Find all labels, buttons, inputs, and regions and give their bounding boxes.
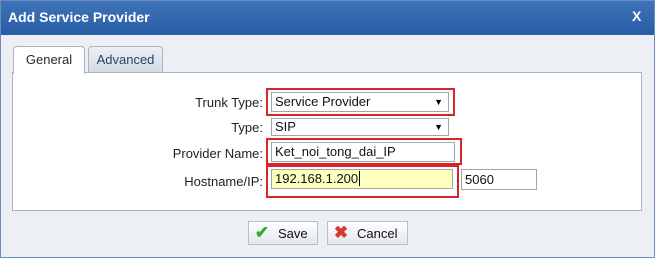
save-button[interactable]: ✔ Save [248,221,318,245]
tab-advanced[interactable]: Advanced [88,46,163,72]
save-button-label: Save [278,226,308,241]
type-label: Type: [231,120,263,135]
close-icon[interactable]: X [632,8,641,24]
add-service-provider-dialog: Add Service Provider X General Advanced … [0,0,655,258]
x-icon: ✖ [333,223,349,242]
chevron-down-icon: ▼ [434,122,443,132]
check-icon: ✔ [254,223,270,242]
trunk-type-label: Trunk Type: [195,95,263,110]
type-select[interactable]: SIP ▼ [271,118,449,136]
trunk-type-highlight [266,88,455,116]
provider-name-highlight [266,138,462,165]
port-separator: : [456,175,460,190]
hostname-highlight [266,165,459,198]
hostname-label: Hostname/IP: [184,174,263,189]
dialog-titlebar: Add Service Provider X [1,1,654,35]
tab-general[interactable]: General [13,46,85,74]
provider-name-label: Provider Name: [172,146,263,161]
dialog-title: Add Service Provider [8,9,150,25]
cancel-button[interactable]: ✖ Cancel [327,221,408,245]
type-value: SIP [275,119,296,134]
port-input[interactable]: 5060 [461,169,537,190]
cancel-button-label: Cancel [357,226,398,241]
